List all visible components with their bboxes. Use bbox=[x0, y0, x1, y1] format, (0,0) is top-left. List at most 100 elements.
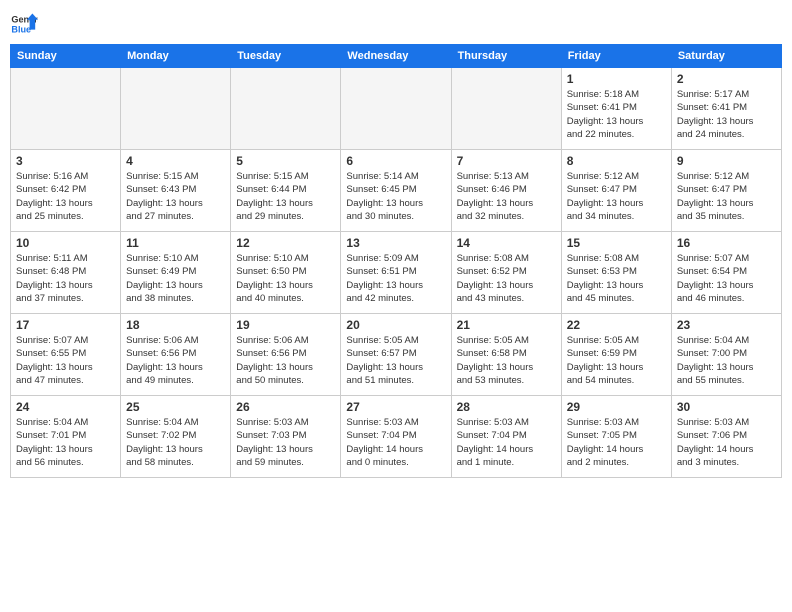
day-detail: Sunrise: 5:09 AM Sunset: 6:51 PM Dayligh… bbox=[346, 252, 445, 305]
day-number: 9 bbox=[677, 154, 776, 168]
calendar-cell: 5 Sunrise: 5:15 AM Sunset: 6:44 PM Daylig… bbox=[231, 150, 341, 232]
day-detail: Sunrise: 5:04 AM Sunset: 7:01 PM Dayligh… bbox=[16, 416, 115, 469]
calendar-cell: 9 Sunrise: 5:12 AM Sunset: 6:47 PM Daylig… bbox=[671, 150, 781, 232]
svg-text:Blue: Blue bbox=[11, 24, 31, 34]
day-detail: Sunrise: 5:16 AM Sunset: 6:42 PM Dayligh… bbox=[16, 170, 115, 223]
day-detail: Sunrise: 5:17 AM Sunset: 6:41 PM Dayligh… bbox=[677, 88, 776, 141]
weekday-header-tuesday: Tuesday bbox=[231, 45, 341, 68]
day-detail: Sunrise: 5:06 AM Sunset: 6:56 PM Dayligh… bbox=[236, 334, 335, 387]
day-number: 28 bbox=[457, 400, 556, 414]
calendar-cell bbox=[121, 68, 231, 150]
calendar-week-row: 1Sunrise: 5:18 AM Sunset: 6:41 PM Daylig… bbox=[11, 68, 782, 150]
header: General Blue bbox=[10, 10, 782, 38]
day-number: 18 bbox=[126, 318, 225, 332]
day-detail: Sunrise: 5:07 AM Sunset: 6:54 PM Dayligh… bbox=[677, 252, 776, 305]
weekday-header-wednesday: Wednesday bbox=[341, 45, 451, 68]
day-detail: Sunrise: 5:05 AM Sunset: 6:58 PM Dayligh… bbox=[457, 334, 556, 387]
day-number: 27 bbox=[346, 400, 445, 414]
calendar-cell: 23 Sunrise: 5:04 AM Sunset: 7:00 PM Dayli… bbox=[671, 314, 781, 396]
day-detail: Sunrise: 5:13 AM Sunset: 6:46 PM Dayligh… bbox=[457, 170, 556, 223]
calendar-cell: 2Sunrise: 5:17 AM Sunset: 6:41 PM Daylig… bbox=[671, 68, 781, 150]
weekday-header-thursday: Thursday bbox=[451, 45, 561, 68]
calendar-cell: 12 Sunrise: 5:10 AM Sunset: 6:50 PM Dayli… bbox=[231, 232, 341, 314]
calendar-cell: 4Sunrise: 5:15 AM Sunset: 6:43 PM Daylig… bbox=[121, 150, 231, 232]
calendar-cell: 19 Sunrise: 5:06 AM Sunset: 6:56 PM Dayli… bbox=[231, 314, 341, 396]
day-detail: Sunrise: 5:05 AM Sunset: 6:57 PM Dayligh… bbox=[346, 334, 445, 387]
day-detail: Sunrise: 5:03 AM Sunset: 7:04 PM Dayligh… bbox=[346, 416, 445, 469]
weekday-header-sunday: Sunday bbox=[11, 45, 121, 68]
day-detail: Sunrise: 5:04 AM Sunset: 7:02 PM Dayligh… bbox=[126, 416, 225, 469]
day-detail: Sunrise: 5:15 AM Sunset: 6:43 PM Dayligh… bbox=[126, 170, 225, 223]
day-detail: Sunrise: 5:11 AM Sunset: 6:48 PM Dayligh… bbox=[16, 252, 115, 305]
calendar-table: SundayMondayTuesdayWednesdayThursdayFrid… bbox=[10, 44, 782, 478]
day-number: 23 bbox=[677, 318, 776, 332]
logo: General Blue bbox=[10, 10, 38, 38]
calendar-cell: 8 Sunrise: 5:12 AM Sunset: 6:47 PM Daylig… bbox=[561, 150, 671, 232]
day-detail: Sunrise: 5:12 AM Sunset: 6:47 PM Dayligh… bbox=[567, 170, 666, 223]
weekday-header-row: SundayMondayTuesdayWednesdayThursdayFrid… bbox=[11, 45, 782, 68]
logo-icon: General Blue bbox=[10, 10, 38, 38]
day-detail: Sunrise: 5:12 AM Sunset: 6:47 PM Dayligh… bbox=[677, 170, 776, 223]
calendar-cell: 26Sunrise: 5:03 AM Sunset: 7:03 PM Dayli… bbox=[231, 396, 341, 478]
calendar-cell: 30 Sunrise: 5:03 AM Sunset: 7:06 PM Dayli… bbox=[671, 396, 781, 478]
calendar-cell: 7 Sunrise: 5:13 AM Sunset: 6:46 PM Daylig… bbox=[451, 150, 561, 232]
weekday-header-friday: Friday bbox=[561, 45, 671, 68]
calendar-cell: 20 Sunrise: 5:05 AM Sunset: 6:57 PM Dayli… bbox=[341, 314, 451, 396]
day-number: 20 bbox=[346, 318, 445, 332]
day-number: 21 bbox=[457, 318, 556, 332]
day-number: 17 bbox=[16, 318, 115, 332]
calendar-cell: 10 Sunrise: 5:11 AM Sunset: 6:48 PM Dayli… bbox=[11, 232, 121, 314]
day-number: 19 bbox=[236, 318, 335, 332]
calendar-cell: 27 Sunrise: 5:03 AM Sunset: 7:04 PM Dayli… bbox=[341, 396, 451, 478]
day-detail: Sunrise: 5:03 AM Sunset: 7:05 PM Dayligh… bbox=[567, 416, 666, 469]
day-detail: Sunrise: 5:03 AM Sunset: 7:04 PM Dayligh… bbox=[457, 416, 556, 469]
day-detail: Sunrise: 5:08 AM Sunset: 6:53 PM Dayligh… bbox=[567, 252, 666, 305]
calendar-cell: 25 Sunrise: 5:04 AM Sunset: 7:02 PM Dayli… bbox=[121, 396, 231, 478]
day-number: 10 bbox=[16, 236, 115, 250]
day-number: 14 bbox=[457, 236, 556, 250]
day-number: 8 bbox=[567, 154, 666, 168]
calendar-cell bbox=[341, 68, 451, 150]
day-detail: Sunrise: 5:08 AM Sunset: 6:52 PM Dayligh… bbox=[457, 252, 556, 305]
calendar-cell: 21 Sunrise: 5:05 AM Sunset: 6:58 PM Dayli… bbox=[451, 314, 561, 396]
calendar-cell: 15 Sunrise: 5:08 AM Sunset: 6:53 PM Dayli… bbox=[561, 232, 671, 314]
calendar-cell: 17 Sunrise: 5:07 AM Sunset: 6:55 PM Dayli… bbox=[11, 314, 121, 396]
calendar-cell: 6 Sunrise: 5:14 AM Sunset: 6:45 PM Daylig… bbox=[341, 150, 451, 232]
day-detail: Sunrise: 5:14 AM Sunset: 6:45 PM Dayligh… bbox=[346, 170, 445, 223]
day-detail: Sunrise: 5:10 AM Sunset: 6:49 PM Dayligh… bbox=[126, 252, 225, 305]
calendar-cell: 28 Sunrise: 5:03 AM Sunset: 7:04 PM Dayli… bbox=[451, 396, 561, 478]
day-number: 16 bbox=[677, 236, 776, 250]
day-detail: Sunrise: 5:03 AM Sunset: 7:06 PM Dayligh… bbox=[677, 416, 776, 469]
day-detail: Sunrise: 5:18 AM Sunset: 6:41 PM Dayligh… bbox=[567, 88, 666, 141]
day-number: 26 bbox=[236, 400, 335, 414]
day-number: 12 bbox=[236, 236, 335, 250]
day-number: 5 bbox=[236, 154, 335, 168]
day-number: 3 bbox=[16, 154, 115, 168]
day-detail: Sunrise: 5:04 AM Sunset: 7:00 PM Dayligh… bbox=[677, 334, 776, 387]
calendar-cell bbox=[11, 68, 121, 150]
day-number: 11 bbox=[126, 236, 225, 250]
calendar-cell: 24 Sunrise: 5:04 AM Sunset: 7:01 PM Dayli… bbox=[11, 396, 121, 478]
day-number: 7 bbox=[457, 154, 556, 168]
day-detail: Sunrise: 5:05 AM Sunset: 6:59 PM Dayligh… bbox=[567, 334, 666, 387]
calendar-cell: 1Sunrise: 5:18 AM Sunset: 6:41 PM Daylig… bbox=[561, 68, 671, 150]
day-number: 6 bbox=[346, 154, 445, 168]
calendar-cell: 13Sunrise: 5:09 AM Sunset: 6:51 PM Dayli… bbox=[341, 232, 451, 314]
day-number: 15 bbox=[567, 236, 666, 250]
day-detail: Sunrise: 5:10 AM Sunset: 6:50 PM Dayligh… bbox=[236, 252, 335, 305]
calendar-week-row: 17 Sunrise: 5:07 AM Sunset: 6:55 PM Dayli… bbox=[11, 314, 782, 396]
day-number: 25 bbox=[126, 400, 225, 414]
calendar-cell bbox=[231, 68, 341, 150]
calendar-cell: 3 Sunrise: 5:16 AM Sunset: 6:42 PM Daylig… bbox=[11, 150, 121, 232]
calendar-cell bbox=[451, 68, 561, 150]
calendar-cell: 16 Sunrise: 5:07 AM Sunset: 6:54 PM Dayli… bbox=[671, 232, 781, 314]
calendar-week-row: 24 Sunrise: 5:04 AM Sunset: 7:01 PM Dayli… bbox=[11, 396, 782, 478]
day-number: 30 bbox=[677, 400, 776, 414]
weekday-header-saturday: Saturday bbox=[671, 45, 781, 68]
day-detail: Sunrise: 5:07 AM Sunset: 6:55 PM Dayligh… bbox=[16, 334, 115, 387]
day-detail: Sunrise: 5:15 AM Sunset: 6:44 PM Dayligh… bbox=[236, 170, 335, 223]
day-number: 29 bbox=[567, 400, 666, 414]
day-number: 24 bbox=[16, 400, 115, 414]
calendar-cell: 18Sunrise: 5:06 AM Sunset: 6:56 PM Dayli… bbox=[121, 314, 231, 396]
calendar-cell: 29 Sunrise: 5:03 AM Sunset: 7:05 PM Dayli… bbox=[561, 396, 671, 478]
